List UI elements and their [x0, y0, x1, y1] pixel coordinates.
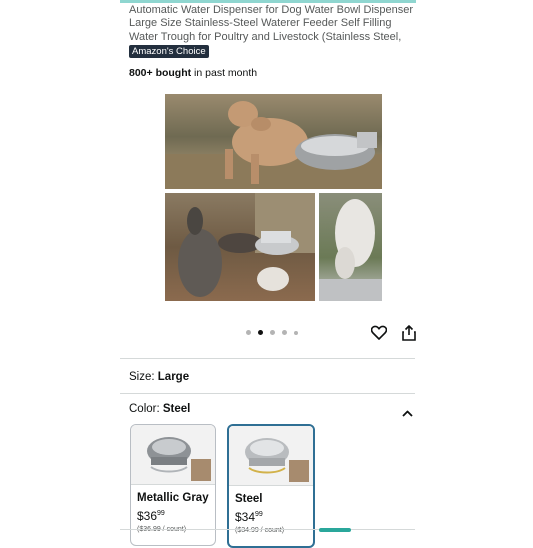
bought-in-past-month: 800+ bought in past month — [129, 67, 257, 79]
bought-suffix: in past month — [191, 67, 258, 79]
price-cents: 99 — [255, 511, 263, 518]
gallery-dot-5[interactable] — [294, 330, 298, 335]
share-icon[interactable] — [402, 325, 416, 346]
section-divider — [120, 393, 415, 394]
size-label: Size: — [129, 371, 155, 383]
color-option-name: Steel — [235, 493, 263, 505]
image-horse-drinking[interactable] — [319, 193, 382, 301]
waterer-thumbnail-image — [245, 438, 309, 482]
amazons-choice-badge: Amazon's Choice — [129, 45, 209, 58]
color-option-metallic-gray[interactable]: Metallic Gray $3699 ($36.99 / count) — [130, 424, 216, 546]
image-poultry-waterer[interactable] — [165, 193, 315, 301]
top-accent-bar — [120, 0, 416, 3]
color-option-thumbnail — [131, 425, 215, 485]
color-label: Color: — [129, 403, 160, 415]
price-dollars: $34 — [235, 510, 256, 524]
color-option-thumbnail — [229, 426, 313, 486]
gallery-dot-2[interactable] — [258, 330, 263, 335]
product-image-gallery[interactable] — [165, 94, 382, 301]
color-option-name: Metallic Gray — [137, 492, 209, 504]
bottom-divider — [120, 529, 415, 530]
size-value: Large — [157, 371, 190, 383]
heart-icon[interactable] — [370, 325, 388, 345]
section-divider — [120, 358, 415, 359]
bottom-scroll-indicator — [319, 528, 351, 532]
price-dollars: $36 — [137, 509, 158, 523]
color-option-price: $3499 — [235, 510, 263, 524]
color-option-price: $3699 — [137, 509, 165, 523]
chevron-up-icon[interactable] — [402, 404, 413, 422]
price-cents: 99 — [157, 510, 165, 517]
gallery-dot-1[interactable] — [246, 330, 251, 335]
color-value: Steel — [162, 403, 191, 415]
dog-illustration — [165, 101, 382, 189]
waterer-thumbnail-image — [147, 437, 211, 481]
bought-count: 800+ bought — [129, 67, 192, 79]
gallery-dot-4[interactable] — [282, 330, 287, 335]
horse-illustration — [319, 199, 382, 301]
image-dog-drinking[interactable] — [165, 94, 382, 189]
size-selector[interactable]: Size: Large — [129, 371, 189, 383]
poultry-illustration — [178, 193, 315, 297]
gallery-dot-3[interactable] — [270, 330, 275, 335]
color-selector-header[interactable]: Color: Steel — [129, 403, 190, 415]
